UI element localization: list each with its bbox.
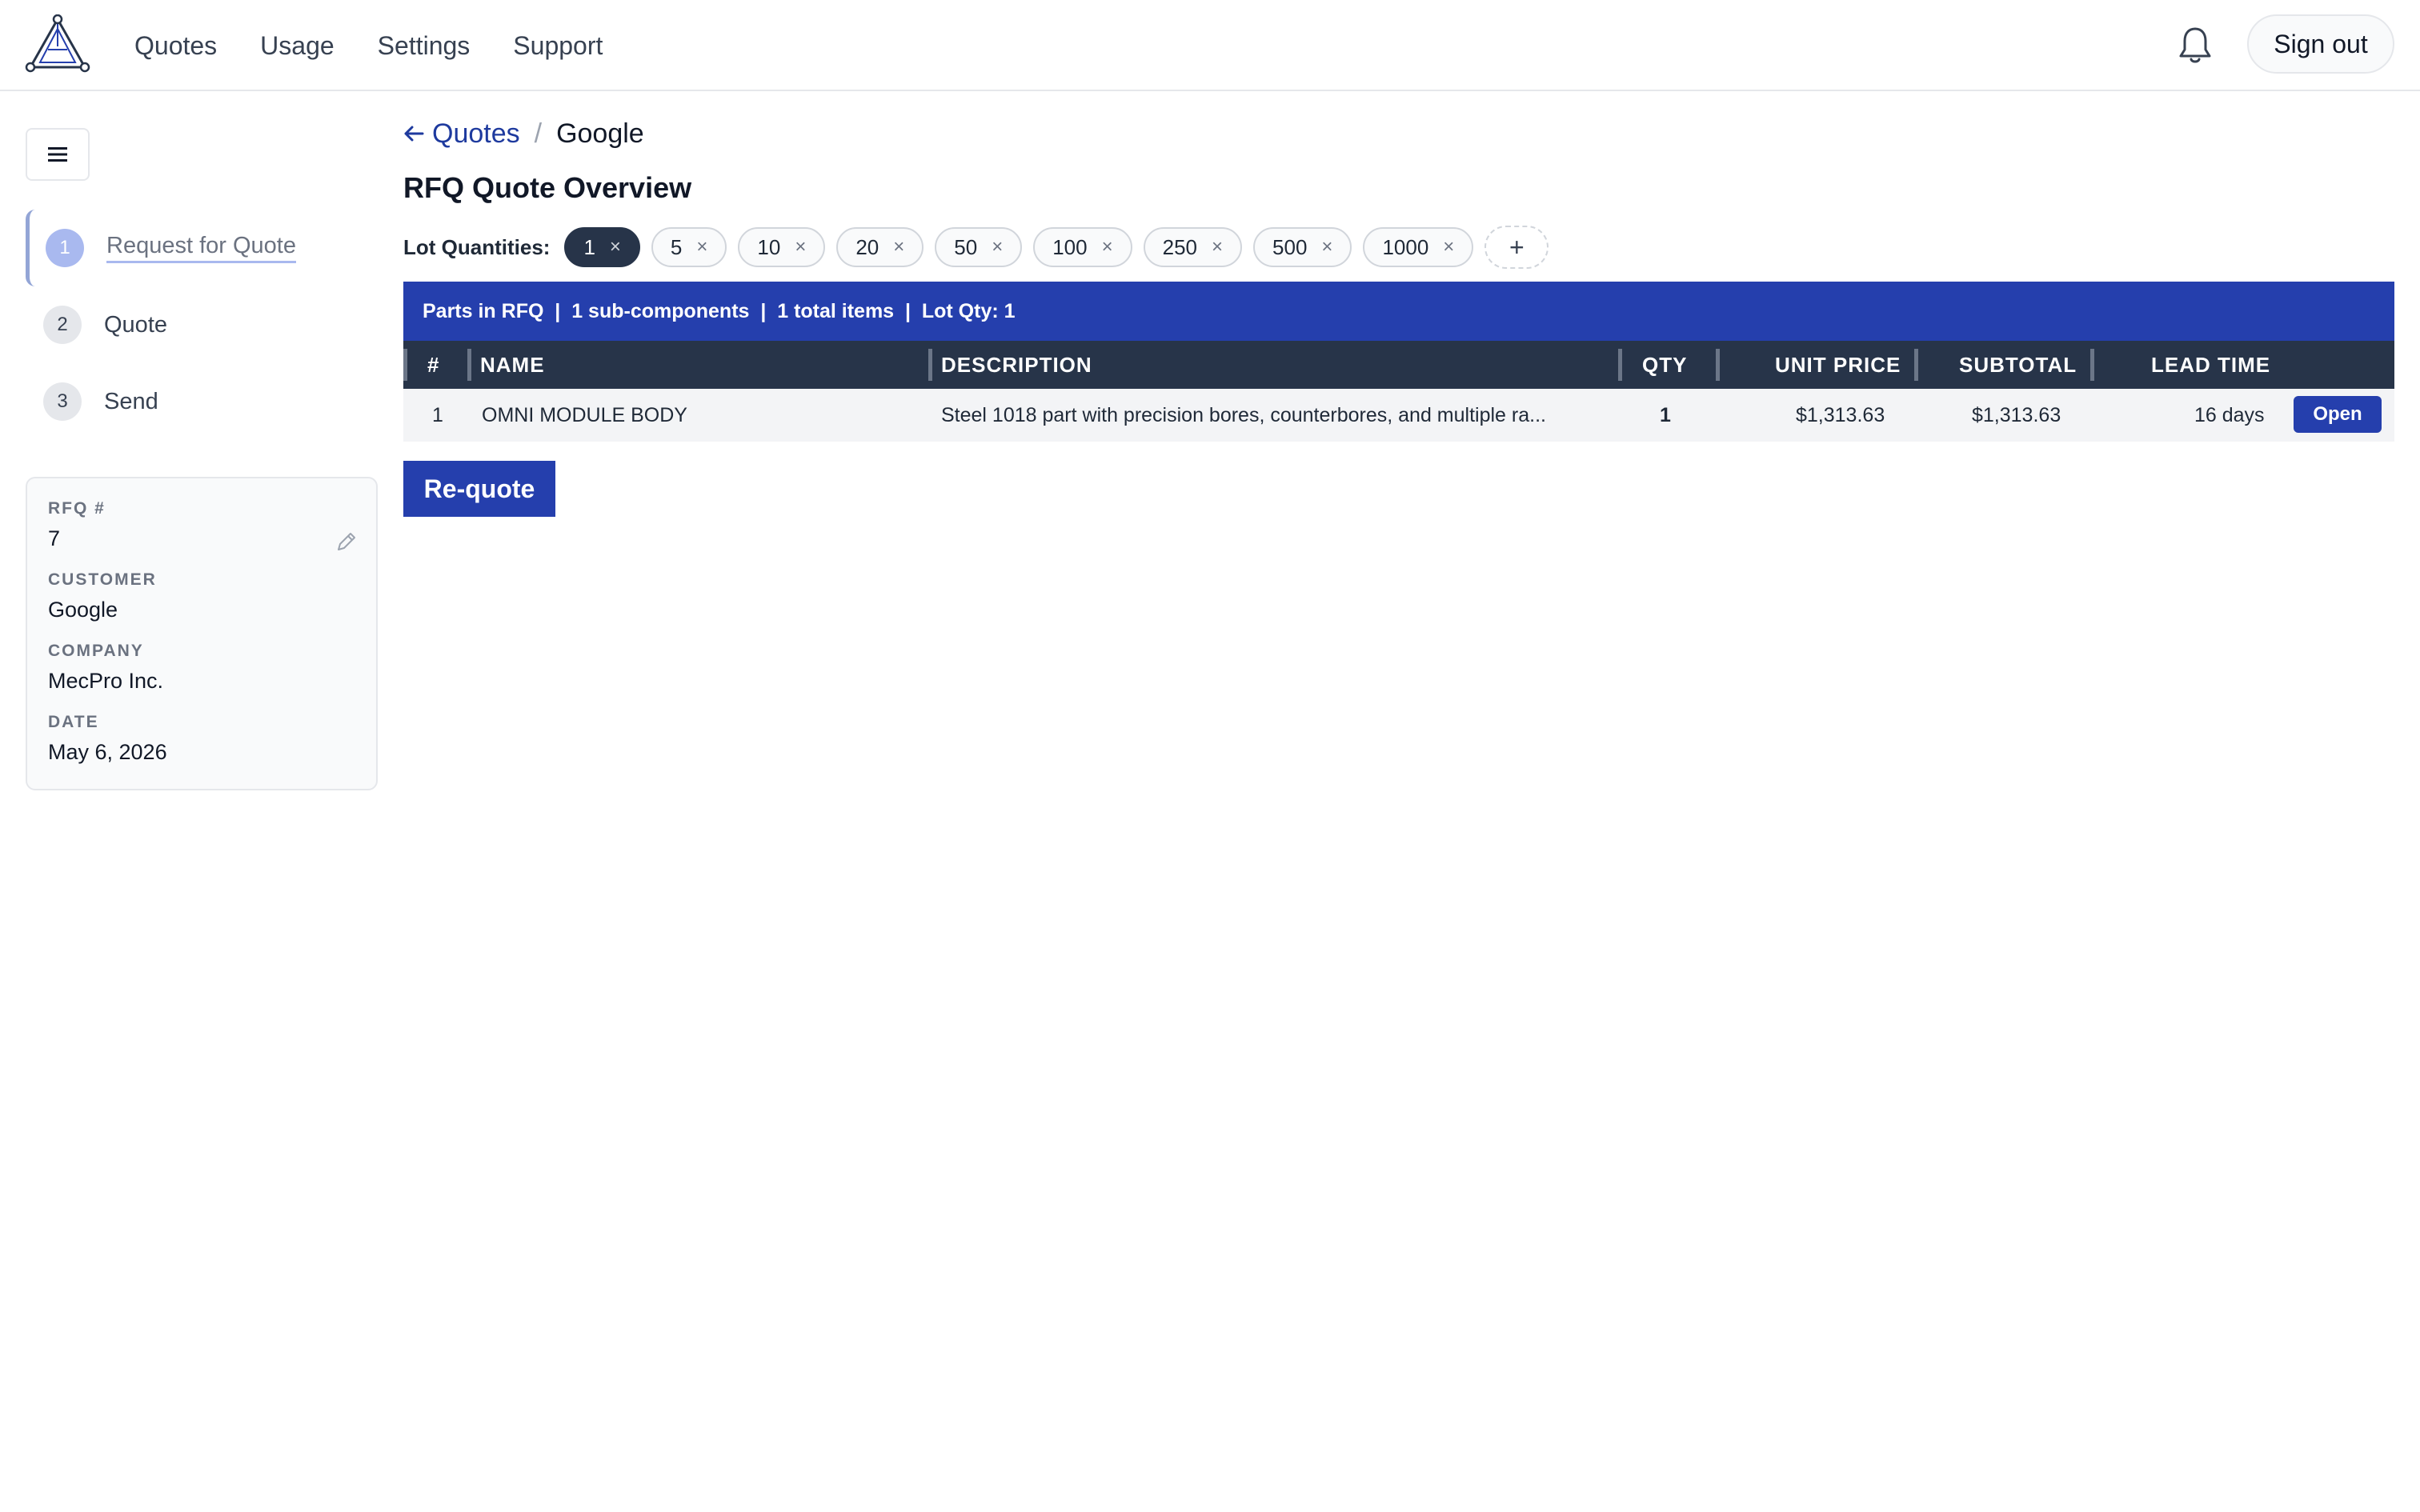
remove-chip-icon[interactable]: × [992, 236, 1003, 258]
lot-chip-value: 20 [855, 234, 879, 259]
nav-item-settings[interactable]: Settings [378, 31, 471, 61]
lot-chip[interactable]: 50 × [935, 227, 1023, 267]
lot-quantities-row: Lot Quantities: 1 × 5 × 10 × 20 × 50 × 100 × 2… [403, 226, 1549, 269]
rfq-summary-bar: Parts in RFQ | 1 sub-components | 1 tota… [403, 282, 2394, 341]
lot-chip-value: 5 [670, 234, 683, 259]
date-value: May 6, 2026 [48, 740, 167, 764]
lot-chip[interactable]: 500 × [1253, 227, 1352, 267]
remove-chip-icon[interactable]: × [696, 236, 707, 258]
step-label: Request for Quote [106, 233, 296, 263]
lot-chip[interactable]: 20 × [836, 227, 924, 267]
rfq-summary-text: Parts in RFQ | 1 sub-components | 1 tota… [423, 299, 1016, 322]
rfq-number-label: RFQ # [48, 499, 106, 518]
lot-chip[interactable]: 100 × [1033, 227, 1132, 267]
row-description: Steel 1018 part with precision bores, co… [941, 403, 1546, 426]
open-part-button[interactable]: Open [2294, 396, 2382, 433]
step-label: Send [104, 388, 158, 414]
column-header-subtotal: SUBTOTAL [1959, 352, 2077, 377]
lot-chip-value: 10 [757, 234, 781, 259]
table-header: # NAME DESCRIPTION QTY UNIT PRICE SUBTOT… [403, 341, 2394, 389]
triangle-logo-icon[interactable] [24, 14, 91, 75]
pencil-icon[interactable] [335, 530, 359, 554]
column-divider[interactable] [1618, 349, 1622, 381]
table-row[interactable]: 1 OMNI MODULE BODY Steel 1018 part with … [403, 389, 2394, 442]
breadcrumb-back-link[interactable]: Quotes [403, 118, 520, 150]
lot-chip-value: 50 [954, 234, 978, 259]
company-label: COMPANY [48, 642, 144, 660]
row-qty: 1 [1660, 403, 1671, 426]
nav-item-support[interactable]: Support [513, 31, 603, 61]
company-value: MecPro Inc. [48, 669, 164, 693]
arrow-left-icon [404, 126, 424, 142]
column-divider[interactable] [928, 349, 932, 381]
breadcrumb-separator: / [534, 118, 543, 149]
main-nav: Quotes Usage Settings Support [134, 0, 603, 91]
remove-chip-icon[interactable]: × [795, 236, 806, 258]
step-number: 1 [46, 229, 84, 267]
lot-chip[interactable]: 250 × [1143, 227, 1243, 267]
lot-chip-value: 500 [1272, 234, 1308, 259]
column-divider[interactable] [2090, 349, 2094, 381]
column-header-num: # [427, 352, 440, 377]
add-lot-quantity-button[interactable]: + [1484, 226, 1549, 269]
customer-label: CUSTOMER [48, 570, 157, 589]
lot-chip-value: 250 [1162, 234, 1198, 259]
requote-button[interactable]: Re-quote [403, 461, 555, 517]
column-header-name: NAME [480, 352, 545, 377]
row-name: OMNI MODULE BODY [482, 403, 687, 426]
lot-chip[interactable]: 5 × [651, 227, 727, 267]
column-header-description: DESCRIPTION [941, 352, 1092, 377]
sign-out-button[interactable]: Sign out [2247, 14, 2394, 74]
breadcrumb-current: Google [556, 118, 644, 149]
remove-chip-icon[interactable]: × [1443, 236, 1454, 258]
column-header-qty: QTY [1642, 352, 1688, 377]
top-navbar: Quotes Usage Settings Support Sign out [0, 0, 2420, 91]
row-lead-time: 16 days [2194, 403, 2265, 426]
column-divider[interactable] [1716, 349, 1720, 381]
step-send[interactable]: 3 Send [26, 363, 370, 440]
step-request-for-quote[interactable]: 1 Request for Quote [26, 210, 370, 286]
step-quote[interactable]: 2 Quote [26, 286, 370, 363]
column-divider[interactable] [403, 349, 407, 381]
bell-icon[interactable] [2175, 24, 2215, 66]
nav-item-usage[interactable]: Usage [260, 31, 335, 61]
rfq-info-card: RFQ # 7 CUSTOMER Google COMPANY MecPro I… [26, 477, 378, 790]
column-divider[interactable] [467, 349, 471, 381]
lot-chip-value: 1000 [1382, 234, 1429, 259]
rfq-number-value: 7 [48, 526, 61, 550]
remove-chip-icon[interactable]: × [893, 236, 904, 258]
remove-chip-icon[interactable]: × [1102, 236, 1113, 258]
lot-quantities-label: Lot Quantities: [403, 234, 551, 259]
step-number: 2 [43, 306, 82, 344]
nav-item-quotes[interactable]: Quotes [134, 31, 217, 61]
remove-chip-icon[interactable]: × [1321, 236, 1332, 258]
step-number: 3 [43, 382, 82, 421]
row-number: 1 [432, 403, 443, 426]
sidebar-toggle-button[interactable] [26, 128, 90, 181]
page-title: RFQ Quote Overview [403, 171, 692, 204]
column-header-unit-price: UNIT PRICE [1775, 352, 1901, 377]
step-label: Quote [104, 311, 167, 338]
lot-chip[interactable]: 10 × [738, 227, 826, 267]
row-unit-price: $1,313.63 [1796, 403, 1885, 426]
hamburger-menu-icon [48, 147, 67, 162]
lot-chip-value: 100 [1052, 234, 1088, 259]
date-label: DATE [48, 713, 99, 731]
breadcrumb: Quotes / Google [403, 114, 644, 154]
step-list: 1 Request for Quote 2 Quote 3 Send [26, 210, 370, 440]
customer-value: Google [48, 598, 118, 622]
row-subtotal: $1,313.63 [1972, 403, 2061, 426]
column-divider[interactable] [1914, 349, 1918, 381]
breadcrumb-back-label: Quotes [432, 118, 520, 149]
column-header-lead-time: LEAD TIME [2151, 352, 2271, 377]
lot-chip-value: 1 [583, 234, 595, 259]
lot-chip[interactable]: 1 × [564, 227, 640, 267]
remove-chip-icon[interactable]: × [610, 236, 621, 258]
lot-chip[interactable]: 1000 × [1363, 227, 1474, 267]
remove-chip-icon[interactable]: × [1212, 236, 1223, 258]
